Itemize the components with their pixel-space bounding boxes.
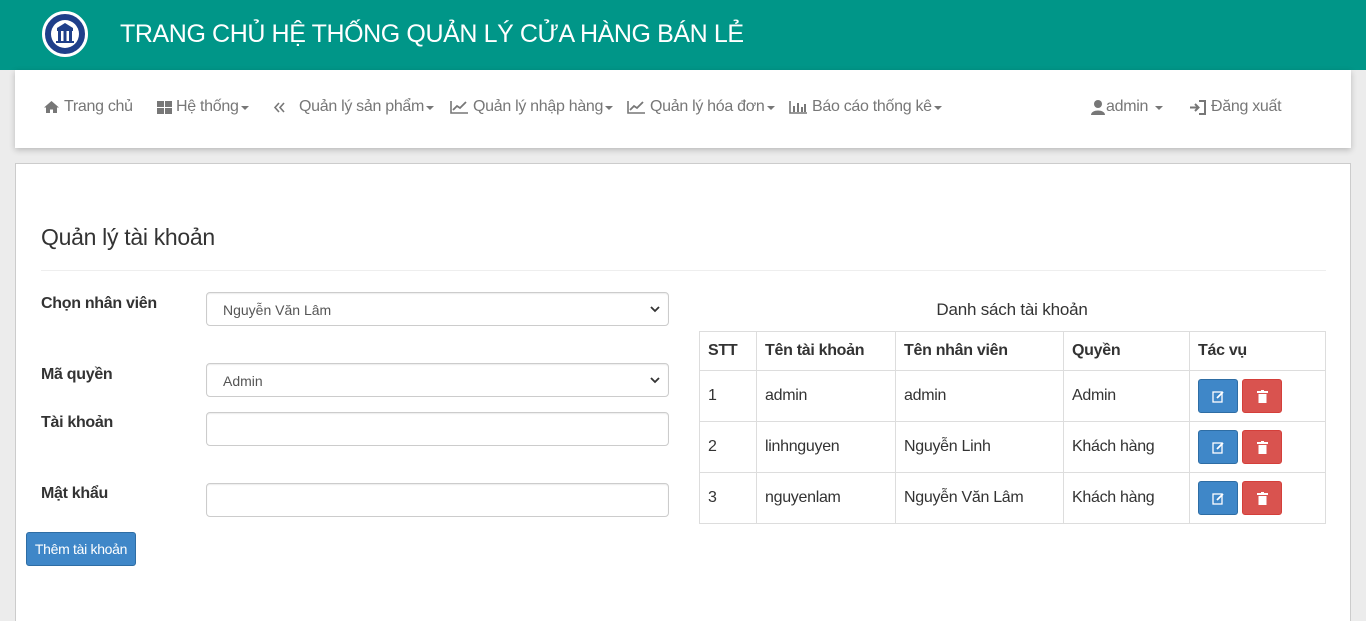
cell-employee: Nguyễn Linh [895, 421, 1064, 473]
trend-icon [627, 101, 645, 114]
col-stt: STT [699, 331, 757, 371]
cell-username: admin [756, 370, 896, 422]
role-select[interactable]: Admin [206, 363, 669, 397]
cell-role: Admin [1063, 370, 1190, 422]
caret-down-icon [1155, 106, 1164, 110]
col-role: Quyền [1063, 331, 1190, 371]
home-icon [44, 101, 59, 113]
cell-stt: 3 [699, 472, 757, 524]
logout-label: Đăng xuất [1211, 98, 1282, 115]
cell-employee: admin [895, 370, 1064, 422]
cell-username: linhnguyen [756, 421, 896, 473]
cell-employee: Nguyễn Văn Lâm [895, 472, 1064, 524]
trash-icon [1256, 389, 1268, 403]
user-name: admin [1106, 98, 1149, 115]
logout-link[interactable]: Đăng xuất [1189, 98, 1282, 116]
cell-role: Khách hàng [1063, 472, 1190, 524]
cell-role: Khách hàng [1063, 421, 1190, 473]
cell-actions [1189, 370, 1326, 422]
account-input[interactable] [206, 412, 669, 446]
role-select-value: Admin [223, 373, 263, 389]
delete-button[interactable] [1242, 430, 1283, 464]
logout-icon [1190, 99, 1206, 115]
caret-down-icon [766, 106, 775, 110]
chevron-down-icon [650, 377, 660, 384]
app-title: TRANG CHỦ HỆ THỐNG QUẢN LÝ CỬA HÀNG BÁN … [120, 20, 744, 48]
col-actions: Tác vụ [1189, 331, 1326, 371]
table-caption: Danh sách tài khoản [936, 300, 1088, 319]
cell-username: nguyenlam [756, 472, 896, 524]
col-employee: Tên nhân viên [895, 331, 1064, 371]
caret-down-icon [426, 106, 435, 110]
nav-products-label: Quản lý sản phẩm [299, 98, 425, 115]
user-icon [1091, 99, 1105, 115]
accounts-table: STT Tên tài khoản Tên nhân viên Quyền Tá… [699, 331, 1326, 524]
edit-icon [1211, 441, 1224, 454]
table-header-row: STT Tên tài khoản Tên nhân viên Quyền Tá… [699, 331, 1326, 371]
cell-stt: 2 [699, 421, 757, 473]
edit-button[interactable] [1198, 379, 1238, 413]
trash-icon [1256, 440, 1268, 454]
edit-icon [1211, 492, 1224, 505]
table-row: 3 nguyenlam Nguyễn Văn Lâm Khách hàng [699, 472, 1326, 524]
trash-icon [1256, 491, 1268, 505]
caret-down-icon [605, 106, 614, 110]
logo [42, 11, 88, 57]
nav-system[interactable]: Hệ thống [157, 98, 249, 116]
navbar: Trang chủ Hệ thống Quản lý sản phẩm Quản… [15, 70, 1351, 148]
role-label: Mã quyền [41, 366, 113, 383]
nav-invoices-label: Quản lý hóa đơn [650, 98, 765, 115]
account-label: Tài khoản [41, 414, 113, 431]
top-header: TRANG CHỦ HỆ THỐNG QUẢN LÝ CỬA HÀNG BÁN … [0, 0, 1366, 70]
cell-actions [1189, 421, 1326, 473]
nav-home[interactable]: Trang chủ [43, 98, 133, 116]
nav-imports-label: Quản lý nhập hàng [473, 98, 604, 115]
nav-system-label: Hệ thống [176, 98, 239, 115]
employee-select[interactable]: Nguyễn Văn Lâm [206, 292, 669, 326]
edit-button[interactable] [1198, 430, 1238, 464]
caret-down-icon [933, 106, 942, 110]
password-label: Mật khẩu [41, 485, 108, 502]
nav-reports-label: Báo cáo thống kê [812, 98, 932, 115]
edit-icon [1211, 390, 1224, 403]
cell-stt: 1 [699, 370, 757, 422]
user-menu[interactable]: admin [1091, 98, 1164, 116]
bar-chart-icon [789, 101, 807, 114]
nav-reports[interactable]: Báo cáo thống kê [789, 98, 942, 116]
divider [41, 270, 1326, 271]
add-account-button[interactable]: Thêm tài khoản [26, 532, 136, 566]
code-icon [273, 101, 285, 113]
col-username: Tên tài khoản [756, 331, 896, 371]
chevron-down-icon [650, 306, 660, 313]
delete-button[interactable] [1242, 379, 1283, 413]
employee-label: Chọn nhân viên [41, 295, 157, 312]
employee-select-value: Nguyễn Văn Lâm [223, 302, 332, 318]
main-panel: Quản lý tài khoản Chọn nhân viên Nguyễn … [15, 163, 1351, 621]
nav-products[interactable]: Quản lý sản phẩm [273, 98, 435, 116]
delete-button[interactable] [1242, 481, 1283, 515]
table-row: 1 admin admin Admin [699, 370, 1326, 422]
page-title: Quản lý tài khoản [41, 224, 215, 250]
caret-down-icon [240, 106, 249, 110]
trend-icon [450, 101, 468, 114]
table-row: 2 linhnguyen Nguyễn Linh Khách hàng [699, 421, 1326, 473]
password-input[interactable] [206, 483, 669, 517]
nav-home-label: Trang chủ [64, 98, 133, 115]
nav-invoices[interactable]: Quản lý hóa đơn [627, 98, 775, 116]
edit-button[interactable] [1198, 481, 1238, 515]
cell-actions [1189, 472, 1326, 524]
nav-imports[interactable]: Quản lý nhập hàng [450, 98, 614, 116]
grid-icon [157, 100, 172, 114]
